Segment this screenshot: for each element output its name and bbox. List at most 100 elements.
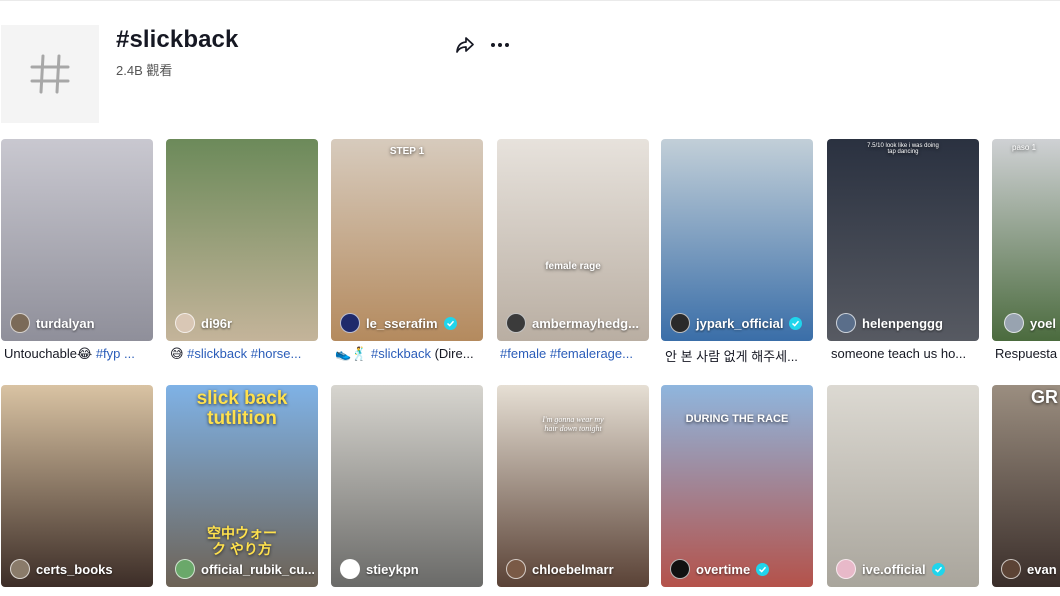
video-caption[interactable]: #female #femalerage... bbox=[500, 346, 652, 361]
username: certs_books bbox=[36, 561, 113, 577]
video-author: ambermayhedg... bbox=[506, 313, 645, 333]
video-thumbnail bbox=[497, 139, 649, 341]
avatar bbox=[506, 559, 526, 579]
caption-hashtags[interactable]: #slickback bbox=[371, 346, 431, 361]
avatar bbox=[670, 559, 690, 579]
username: ive.official bbox=[862, 561, 926, 577]
verified-badge-icon bbox=[931, 562, 945, 576]
video-caption[interactable]: Untouchable😂 #fyp ... bbox=[4, 346, 156, 362]
more-options-button[interactable] bbox=[489, 35, 511, 55]
caption-text: someone teach us ho... bbox=[831, 346, 967, 361]
share-button[interactable] bbox=[455, 35, 475, 55]
avatar bbox=[1004, 313, 1024, 333]
username: helenpenggg bbox=[862, 315, 943, 331]
view-count: 2.4B 觀看 bbox=[116, 63, 173, 78]
username: turdalyan bbox=[36, 315, 95, 331]
video-caption[interactable]: 👟🕺 #slickback (Dire... bbox=[335, 346, 487, 362]
username: ambermayhedg... bbox=[532, 315, 639, 331]
video-caption[interactable]: 😅 #slickback #horse... bbox=[170, 346, 322, 362]
video-author: overtime bbox=[670, 559, 809, 579]
video-thumbnail bbox=[1, 139, 153, 341]
video-thumbnail bbox=[1, 385, 153, 587]
verified-badge-icon bbox=[443, 316, 457, 330]
verified-badge-icon bbox=[756, 562, 770, 576]
avatar bbox=[340, 559, 360, 579]
verified-badge-icon bbox=[789, 316, 803, 330]
video-card[interactable]: certs_books bbox=[1, 385, 153, 587]
caption-text: (Dire... bbox=[430, 346, 474, 361]
avatar bbox=[506, 313, 526, 333]
username: jypark_official bbox=[696, 315, 784, 331]
username: yoel_ bbox=[1030, 315, 1056, 331]
avatar bbox=[836, 559, 856, 579]
video-thumbnail bbox=[827, 385, 979, 587]
ellipsis-icon bbox=[491, 43, 509, 47]
username: di96r bbox=[201, 315, 233, 331]
video-card[interactable]: STEP 1 le_sserafim bbox=[331, 139, 483, 341]
video-card[interactable]: GR evang bbox=[992, 385, 1060, 587]
caption-text: Untouchable😂 bbox=[4, 346, 96, 361]
video-card[interactable]: ive.official bbox=[827, 385, 979, 587]
video-author: le_sserafim bbox=[340, 313, 479, 333]
share-icon bbox=[456, 37, 474, 53]
hashtag-icon bbox=[30, 54, 70, 94]
video-thumbnail bbox=[661, 139, 813, 341]
video-overlay-text: I'm gonna wear my hair down tonight bbox=[542, 415, 604, 433]
video-overlay-text: STEP 1 bbox=[389, 146, 425, 157]
avatar bbox=[670, 313, 690, 333]
username: official_rubik_cu... bbox=[201, 561, 314, 577]
video-overlay-text: DURING THE RACE bbox=[685, 413, 789, 425]
video-thumbnail bbox=[827, 139, 979, 341]
video-overlay-text: 7.5/10 look like i was doing tap dancing bbox=[867, 143, 939, 155]
caption-text: Respuesta bbox=[995, 346, 1058, 361]
avatar bbox=[1001, 559, 1021, 579]
avatar bbox=[175, 313, 195, 333]
video-author: di96r bbox=[175, 313, 314, 333]
video-thumbnail bbox=[992, 139, 1060, 341]
video-author: stieykpn bbox=[340, 559, 479, 579]
video-card[interactable]: 7.5/10 look like i was doing tap dancing… bbox=[827, 139, 979, 341]
video-overlay-text: GR bbox=[1031, 387, 1058, 407]
top-divider bbox=[0, 0, 1060, 1]
video-author: turdalyan bbox=[10, 313, 149, 333]
avatar bbox=[340, 313, 360, 333]
hashtag-header: #slickback 2.4B 觀看 bbox=[0, 24, 1060, 124]
video-card[interactable]: turdalyan bbox=[1, 139, 153, 341]
video-card[interactable]: DURING THE RACE overtime bbox=[661, 385, 813, 587]
caption-hashtags[interactable]: #fyp ... bbox=[96, 346, 135, 361]
video-overlay-text: slick back tutlition bbox=[196, 388, 288, 429]
video-card[interactable]: slick back tutlition 空中ウォーク やり方 official_r… bbox=[166, 385, 318, 587]
video-card[interactable]: stieykpn bbox=[331, 385, 483, 587]
avatar bbox=[836, 313, 856, 333]
video-author: chloebelmarr bbox=[506, 559, 645, 579]
caption-text: 😅 bbox=[170, 346, 188, 361]
video-author: evang bbox=[1001, 559, 1056, 579]
video-caption[interactable]: 안 본 사람 없게 해주세... bbox=[665, 346, 817, 365]
caption-text: 👟🕺 bbox=[335, 346, 371, 361]
avatar bbox=[175, 559, 195, 579]
avatar bbox=[10, 313, 30, 333]
caption-text: 안 본 사람 없게 해주세... bbox=[665, 349, 798, 364]
hashtag-avatar bbox=[1, 25, 99, 123]
video-card[interactable]: jypark_official bbox=[661, 139, 813, 341]
username: chloebelmarr bbox=[532, 561, 614, 577]
video-caption[interactable]: someone teach us ho... bbox=[831, 346, 983, 361]
video-card[interactable]: I'm gonna wear my hair down tonight chloe… bbox=[497, 385, 649, 587]
video-author: ive.official bbox=[836, 559, 975, 579]
caption-hashtags[interactable]: #female #femalerage... bbox=[500, 346, 633, 361]
avatar bbox=[10, 559, 30, 579]
video-thumbnail bbox=[166, 139, 318, 341]
username: evang bbox=[1027, 561, 1056, 577]
video-overlay-text: 空中ウォーク やり方 bbox=[207, 525, 277, 557]
caption-hashtags[interactable]: #slickback #horse... bbox=[187, 346, 301, 361]
video-card[interactable]: paso 1 yoel_ bbox=[992, 139, 1060, 341]
video-author: yoel_ bbox=[1004, 313, 1056, 333]
video-card[interactable]: female rage ambermayhedg... bbox=[497, 139, 649, 341]
video-author: certs_books bbox=[10, 559, 149, 579]
video-caption[interactable]: Respuesta bbox=[995, 346, 1060, 361]
username: le_sserafim bbox=[366, 315, 438, 331]
video-card[interactable]: di96r bbox=[166, 139, 318, 341]
video-author: jypark_official bbox=[670, 313, 809, 333]
video-thumbnail bbox=[331, 139, 483, 341]
video-overlay-text: female rage bbox=[545, 261, 601, 272]
